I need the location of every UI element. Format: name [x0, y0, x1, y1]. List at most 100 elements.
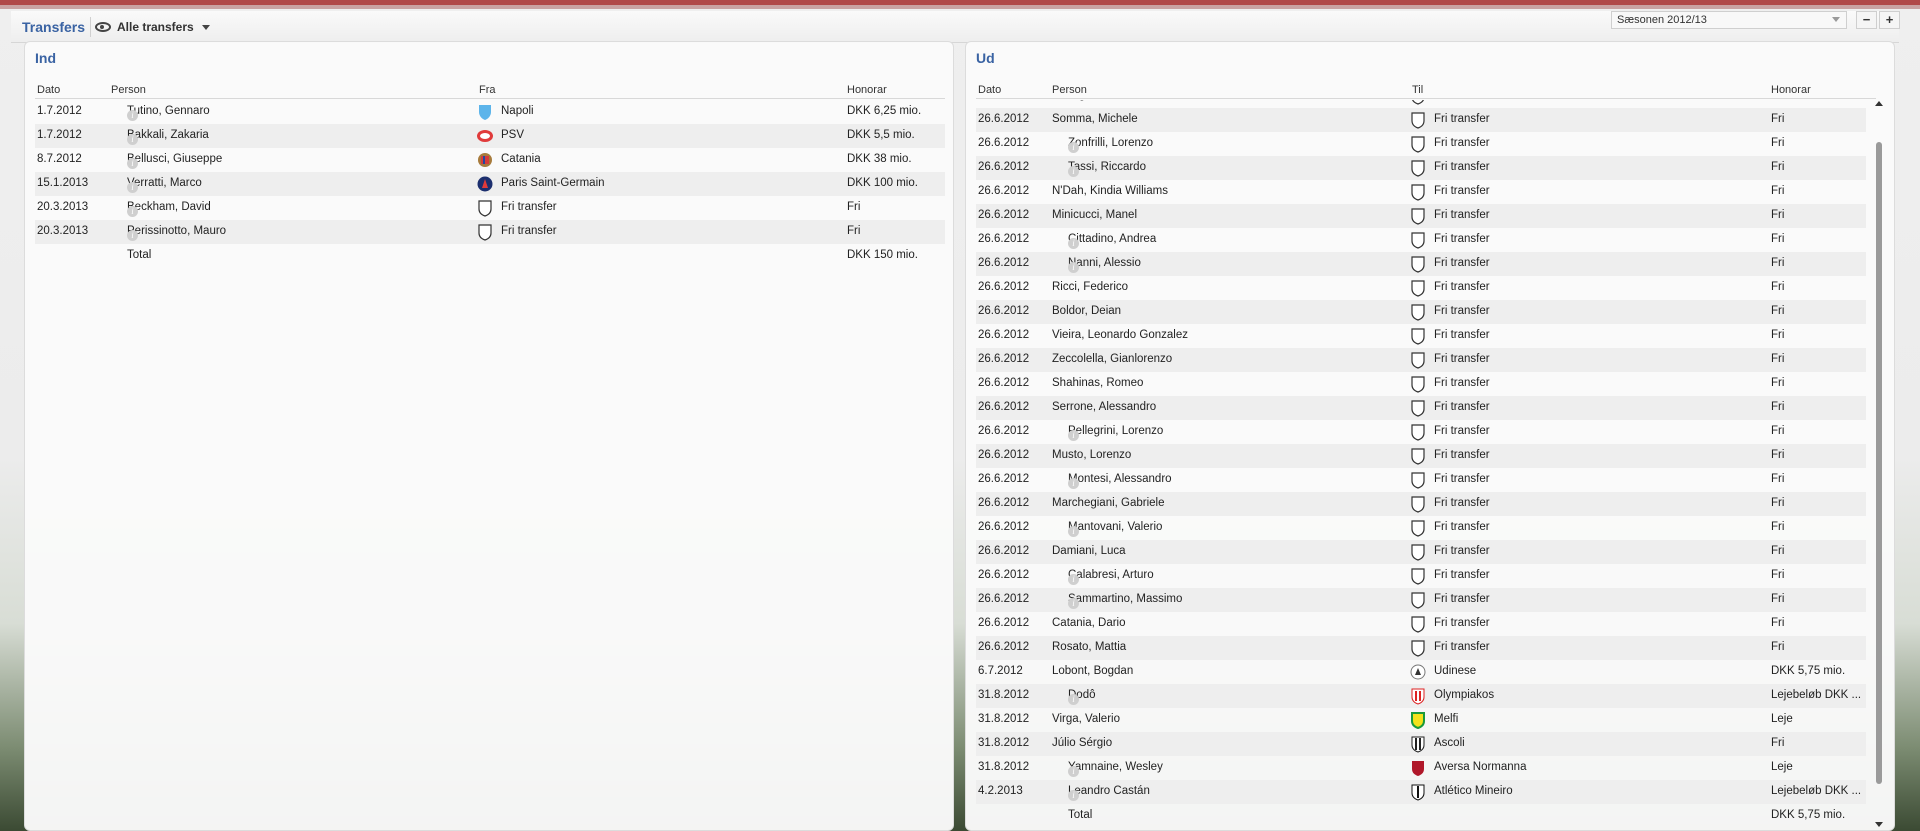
info-icon[interactable]: i [1068, 574, 1079, 585]
table-row[interactable]: 26.6.2012 Musto, Lorenzo Fri transfer Fri [976, 444, 1866, 468]
info-icon[interactable]: i [127, 182, 138, 193]
player-name-link[interactable]: Ricci, Federico [1052, 281, 1128, 293]
table-row[interactable]: 26.6.2012 Zeccolella, Gianlorenzo Fri tran… [976, 348, 1866, 372]
table-row[interactable]: 1.7.2012 i Bakkali, Zakaria PSV DKK 5,5 mio. [35, 124, 945, 148]
table-row[interactable]: 26.6.2012 Boldor, Deian Fri transfer Fri [976, 300, 1866, 324]
table-row[interactable]: 26.6.2012 Shahinas, Romeo Fri transfer Fri [976, 372, 1866, 396]
table-row[interactable]: 6.7.2012 Lobont, Bogdan Udinese DKK 5,75 mi… [976, 660, 1866, 684]
table-row[interactable]: 26.6.2012 Minicucci, Manel Fri transfer Fri [976, 204, 1866, 228]
table-row[interactable]: 4.2.2013 i Leandro Castán Atlético Mineiro L… [976, 780, 1866, 804]
info-icon[interactable]: i [1068, 238, 1079, 249]
player-name-link[interactable]: i Montesi, Alessandro [1068, 473, 1172, 489]
table-row[interactable]: 26.6.2012 Rosato, Mattia Fri transfer Fri [976, 636, 1866, 660]
club-name-link[interactable]: Fri transfer [1434, 233, 1490, 245]
info-icon[interactable]: i [127, 110, 138, 121]
player-name-link[interactable]: i Sammartino, Massimo [1068, 593, 1182, 609]
player-name-link[interactable]: Damiani, Luca [1052, 545, 1126, 557]
club-name-link[interactable]: Fri transfer [1434, 593, 1490, 605]
club-name-link[interactable]: Fri transfer [501, 225, 557, 237]
player-name-link[interactable]: Júlio Sérgio [1052, 737, 1112, 749]
table-row[interactable]: 26.6.2012 Battaglia, Simone Fri transfer Fr… [976, 100, 1866, 108]
player-name-link[interactable]: i Beckham, David [127, 201, 211, 217]
club-name-link[interactable]: Fri transfer [1434, 617, 1490, 629]
club-name-link[interactable]: Catania [501, 153, 541, 165]
table-row[interactable]: 1.7.2012 i Tutino, Gennaro Napoli DKK 6,25 m… [35, 100, 945, 124]
club-name-link[interactable]: PSV [501, 129, 524, 141]
club-name-link[interactable]: Fri transfer [1434, 257, 1490, 269]
info-icon[interactable]: i [1068, 478, 1079, 489]
table-row[interactable]: 31.8.2012 i Yamnaine, Wesley Aversa Normann… [976, 756, 1866, 780]
player-name-link[interactable]: Shahinas, Romeo [1052, 377, 1143, 389]
table-row[interactable]: 8.7.2012 i Bellusci, Giuseppe Catania DKK 38… [35, 148, 945, 172]
info-icon[interactable]: i [1068, 262, 1079, 273]
club-name-link[interactable]: Aversa Normanna [1434, 761, 1526, 773]
info-icon[interactable]: i [1068, 694, 1079, 705]
club-name-link[interactable]: Fri transfer [501, 201, 557, 213]
club-name-link[interactable]: Fri transfer [1434, 401, 1490, 413]
table-row[interactable]: 20.3.2013 i Perissinotto, Mauro Fri transfe… [35, 220, 945, 244]
player-name-link[interactable]: i Pellegrini, Lorenzo [1068, 425, 1163, 441]
info-icon[interactable]: i [127, 206, 138, 217]
table-row[interactable]: 26.6.2012 N'Dah, Kindia Williams Fri trans… [976, 180, 1866, 204]
club-name-link[interactable]: Udinese [1434, 665, 1476, 677]
club-name-link[interactable]: Fri transfer [1434, 449, 1490, 461]
club-name-link[interactable]: Fri transfer [1434, 305, 1490, 317]
table-row[interactable]: 26.6.2012 Damiani, Luca Fri transfer Fri [976, 540, 1866, 564]
table-row[interactable]: 20.3.2013 i Beckham, David Fri transfer Fri [35, 196, 945, 220]
view-filter-button[interactable]: Alle transfers [95, 17, 210, 37]
club-name-link[interactable]: Fri transfer [1434, 100, 1490, 101]
player-name-link[interactable]: Marchegiani, Gabriele [1052, 497, 1165, 509]
player-name-link[interactable]: Zeccolella, Gianlorenzo [1052, 353, 1172, 365]
club-name-link[interactable]: Fri transfer [1434, 497, 1490, 509]
club-name-link[interactable]: Fri transfer [1434, 521, 1490, 533]
player-name-link[interactable]: i Leandro Castán [1068, 785, 1150, 801]
info-icon[interactable]: i [127, 134, 138, 145]
column-header-from[interactable]: Fra [479, 84, 496, 96]
club-name-link[interactable]: Olympiakos [1434, 689, 1494, 701]
vertical-scrollbar[interactable] [1876, 142, 1882, 784]
club-name-link[interactable]: Fri transfer [1434, 569, 1490, 581]
club-name-link[interactable]: Atlético Mineiro [1434, 785, 1513, 797]
info-icon[interactable]: i [127, 230, 138, 241]
zoom-out-button[interactable]: − [1856, 11, 1877, 29]
player-name-link[interactable]: i Bellusci, Giuseppe [127, 153, 222, 169]
player-name-link[interactable]: Musto, Lorenzo [1052, 449, 1131, 461]
club-name-link[interactable]: Fri transfer [1434, 353, 1490, 365]
club-name-link[interactable]: Fri transfer [1434, 113, 1490, 125]
table-row[interactable]: 15.1.2013 i Verratti, Marco Paris Saint-Ger… [35, 172, 945, 196]
player-name-link[interactable]: N'Dah, Kindia Williams [1052, 185, 1168, 197]
info-icon[interactable]: i [127, 158, 138, 169]
club-name-link[interactable]: Fri transfer [1434, 473, 1490, 485]
player-name-link[interactable]: i Cittadino, Andrea [1068, 233, 1156, 249]
player-name-link[interactable]: i Tutino, Gennaro [127, 105, 210, 121]
info-icon[interactable]: i [1068, 790, 1079, 801]
season-select[interactable]: Sæsonen 2012/13 [1611, 11, 1847, 29]
club-name-link[interactable]: Fri transfer [1434, 281, 1490, 293]
club-name-link[interactable]: Fri transfer [1434, 209, 1490, 221]
player-name-link[interactable]: Catania, Dario [1052, 617, 1126, 629]
player-name-link[interactable]: Minicucci, Manel [1052, 209, 1137, 221]
info-icon[interactable]: i [1068, 430, 1079, 441]
club-name-link[interactable]: Fri transfer [1434, 137, 1490, 149]
table-row[interactable]: 26.6.2012 i Sammartino, Massimo Fri transfe… [976, 588, 1866, 612]
table-row[interactable]: 26.6.2012 i Zonfrilli, Lorenzo Fri transfer… [976, 132, 1866, 156]
player-name-link[interactable]: i Yamnaine, Wesley [1068, 761, 1163, 777]
player-name-link[interactable]: i Bakkali, Zakaria [127, 129, 209, 145]
club-name-link[interactable]: Fri transfer [1434, 377, 1490, 389]
table-row[interactable]: 26.6.2012 Serrone, Alessandro Fri transfer… [976, 396, 1866, 420]
column-header-to[interactable]: Til [1412, 84, 1423, 96]
player-name-link[interactable]: i Calabresi, Arturo [1068, 569, 1154, 585]
club-name-link[interactable]: Melfi [1434, 713, 1458, 725]
player-name-link[interactable]: i Zonfrilli, Lorenzo [1068, 137, 1153, 153]
column-header-fee[interactable]: Honorar [847, 84, 887, 96]
player-name-link[interactable]: Battaglia, Simone [1052, 100, 1142, 101]
table-row[interactable]: 26.6.2012 Marchegiani, Gabriele Fri transf… [976, 492, 1866, 516]
player-name-link[interactable]: i Nanni, Alessio [1068, 257, 1141, 273]
column-header-person[interactable]: Person [1052, 84, 1087, 96]
info-icon[interactable]: i [1068, 598, 1079, 609]
table-row[interactable]: 26.6.2012 i Pellegrini, Lorenzo Fri transfe… [976, 420, 1866, 444]
info-icon[interactable]: i [1068, 526, 1079, 537]
zoom-in-button[interactable]: + [1879, 11, 1900, 29]
info-icon[interactable]: i [1068, 166, 1079, 177]
table-row[interactable]: 26.6.2012 Vieira, Leonardo Gonzalez Fri tr… [976, 324, 1866, 348]
